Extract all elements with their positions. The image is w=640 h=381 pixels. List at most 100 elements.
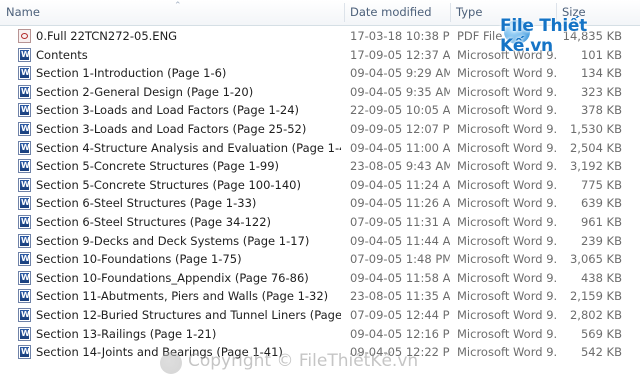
file-size: 134 KB xyxy=(580,66,622,81)
file-size: 438 KB xyxy=(580,270,622,285)
column-header-date[interactable]: Date modified xyxy=(344,0,450,25)
file-date-modified: 09-04-05 11:26 AM xyxy=(350,196,450,211)
column-header-type-label: Type xyxy=(456,5,483,19)
file-date-modified: 17-09-05 12:37 AM xyxy=(350,47,450,62)
file-type: Microsoft Word 9... xyxy=(457,159,557,174)
file-name: Section 4-Structure Analysis and Evaluat… xyxy=(36,140,341,155)
file-size: 2,159 KB xyxy=(569,289,622,304)
file-date-modified: 22-09-05 10:05 AM xyxy=(350,103,450,118)
file-type: Microsoft Word 9... xyxy=(457,196,557,211)
file-name: Section 3-Loads and Load Factors (Page 2… xyxy=(36,121,307,136)
file-size: 775 KB xyxy=(580,177,622,192)
file-size: 323 KB xyxy=(580,84,622,99)
file-row[interactable]: Section 3-Loads and Load Factors (Page 2… xyxy=(0,120,640,139)
file-size: 639 KB xyxy=(580,196,622,211)
file-name: Section 10-Foundations (Page 1-75) xyxy=(36,252,242,267)
file-row[interactable]: Section 6-Steel Structures (Page 34-122)… xyxy=(0,213,640,232)
file-name: Section 3-Loads and Load Factors (Page 1… xyxy=(36,103,300,118)
word-doc-icon xyxy=(18,84,31,99)
word-doc-icon xyxy=(18,66,31,81)
file-date-modified: 07-09-05 11:31 AM xyxy=(350,214,450,229)
file-size: 961 KB xyxy=(580,214,622,229)
file-row[interactable]: Section 10-Foundations (Page 1-75) 07-09-… xyxy=(0,250,640,269)
copyright-watermark: Copyright © FileThiếtKế.vn xyxy=(188,351,419,371)
word-doc-icon xyxy=(18,177,31,192)
file-row[interactable]: Section 4-Structure Analysis and Evaluat… xyxy=(0,139,640,158)
word-doc-icon xyxy=(18,307,31,322)
file-size: 2,802 KB xyxy=(569,307,622,322)
file-type: Microsoft Word 9... xyxy=(457,177,557,192)
file-row[interactable]: Section 2-General Design (Page 1-20) 09-0… xyxy=(0,83,640,102)
file-row[interactable]: Section 5-Concrete Structures (Page 100-… xyxy=(0,176,640,195)
word-doc-icon xyxy=(18,196,31,211)
file-size: 3,065 KB xyxy=(569,252,622,267)
file-type: Microsoft Word 9... xyxy=(457,103,557,118)
file-type: Microsoft Word 9... xyxy=(457,121,557,136)
word-doc-icon xyxy=(18,233,31,248)
file-date-modified: 09-04-05 9:35 AM xyxy=(350,84,450,99)
file-list: 0.Full 22TCN272-05.ENG 17-03-18 10:38 PM P… xyxy=(0,27,640,362)
file-date-modified: 09-04-05 11:24 AM xyxy=(350,177,450,192)
file-name: Section 5-Concrete Structures (Page 1-99… xyxy=(36,159,280,174)
file-name: Section 13-Railings (Page 1-21) xyxy=(36,326,217,341)
file-size: 569 KB xyxy=(580,326,622,341)
word-doc-icon xyxy=(18,252,31,267)
file-row[interactable]: Section 6-Steel Structures (Page 1-33) 09… xyxy=(0,194,640,213)
file-size: 542 KB xyxy=(580,345,622,360)
file-size: 378 KB xyxy=(580,103,622,118)
file-row[interactable]: Section 1-Introduction (Page 1-6) 09-04-0… xyxy=(0,64,640,83)
file-date-modified: 09-04-05 11:00 AM xyxy=(350,140,450,155)
watermark-icon xyxy=(160,352,182,374)
file-name: Section 10-Foundations_Appendix (Page 76… xyxy=(36,270,309,285)
file-date-modified: 07-09-05 12:44 PM xyxy=(350,307,450,322)
file-type: Microsoft Word 9... xyxy=(457,270,557,285)
file-date-modified: 17-03-18 10:38 PM xyxy=(350,29,450,43)
file-date-modified: 09-04-05 9:29 AM xyxy=(350,66,450,81)
word-doc-icon xyxy=(18,47,31,62)
file-size: 2,504 KB xyxy=(569,140,622,155)
word-doc-icon xyxy=(18,159,31,174)
word-doc-icon xyxy=(18,103,31,118)
file-type: Microsoft Word 9... xyxy=(457,84,557,99)
file-size: 1,530 KB xyxy=(569,121,622,136)
file-name: Section 2-General Design (Page 1-20) xyxy=(36,84,254,99)
file-type: Microsoft Word 9... xyxy=(457,233,557,248)
file-size: 239 KB xyxy=(580,233,622,248)
file-date-modified: 09-09-05 12:07 PM xyxy=(350,121,450,136)
file-type: Microsoft Word 9... xyxy=(457,326,557,341)
file-row[interactable]: Section 10-Foundations_Appendix (Page 76… xyxy=(0,269,640,288)
file-row[interactable]: Section 11-Abutments, Piers and Walls (P… xyxy=(0,287,640,306)
file-date-modified: 09-04-05 11:44 AM xyxy=(350,233,450,248)
word-doc-icon xyxy=(18,214,31,229)
file-name: Section 11-Abutments, Piers and Walls (P… xyxy=(36,289,329,304)
file-type: Microsoft Word 9... xyxy=(457,252,557,267)
file-date-modified: 07-09-05 1:48 PM xyxy=(350,252,450,267)
logo-text: File Thiết Kế.vn xyxy=(500,16,587,56)
word-doc-icon xyxy=(18,140,31,155)
file-name: Contents xyxy=(36,47,88,62)
word-doc-icon xyxy=(18,270,31,285)
file-row[interactable]: Section 12-Buried Structures and Tunnel … xyxy=(0,306,640,325)
file-row[interactable]: Section 3-Loads and Load Factors (Page 1… xyxy=(0,101,640,120)
file-name: Section 12-Buried Structures and Tunnel … xyxy=(36,307,341,322)
file-type: Microsoft Word 9... xyxy=(457,214,557,229)
file-name: Section 9-Decks and Deck Systems (Page 1… xyxy=(36,233,310,248)
file-row[interactable]: Section 13-Railings (Page 1-21) 09-04-05 … xyxy=(0,325,640,344)
word-doc-icon xyxy=(18,121,31,136)
file-type: Microsoft Word 9... xyxy=(457,289,557,304)
file-name: Section 6-Steel Structures (Page 34-122) xyxy=(36,214,272,229)
file-name: Section 6-Steel Structures (Page 1-33) xyxy=(36,196,257,211)
file-type: Microsoft Word 9... xyxy=(457,307,557,322)
file-date-modified: 09-04-05 11:58 AM xyxy=(350,270,450,285)
file-name: 0.Full 22TCN272-05.ENG xyxy=(36,29,178,43)
site-logo: File Thiết Kế.vn xyxy=(490,14,640,56)
column-header-name[interactable]: Name ⌃ xyxy=(0,0,344,25)
column-header-date-label: Date modified xyxy=(350,5,432,19)
word-doc-icon xyxy=(18,326,31,341)
file-date-modified: 23-08-05 11:35 AM xyxy=(350,289,450,304)
file-row[interactable]: Section 9-Decks and Deck Systems (Page 1… xyxy=(0,232,640,251)
file-type: Microsoft Word 9... xyxy=(457,66,557,81)
file-date-modified: 23-08-05 9:43 AM xyxy=(350,159,450,174)
file-row[interactable]: Section 5-Concrete Structures (Page 1-99… xyxy=(0,157,640,176)
word-doc-icon xyxy=(18,289,31,304)
